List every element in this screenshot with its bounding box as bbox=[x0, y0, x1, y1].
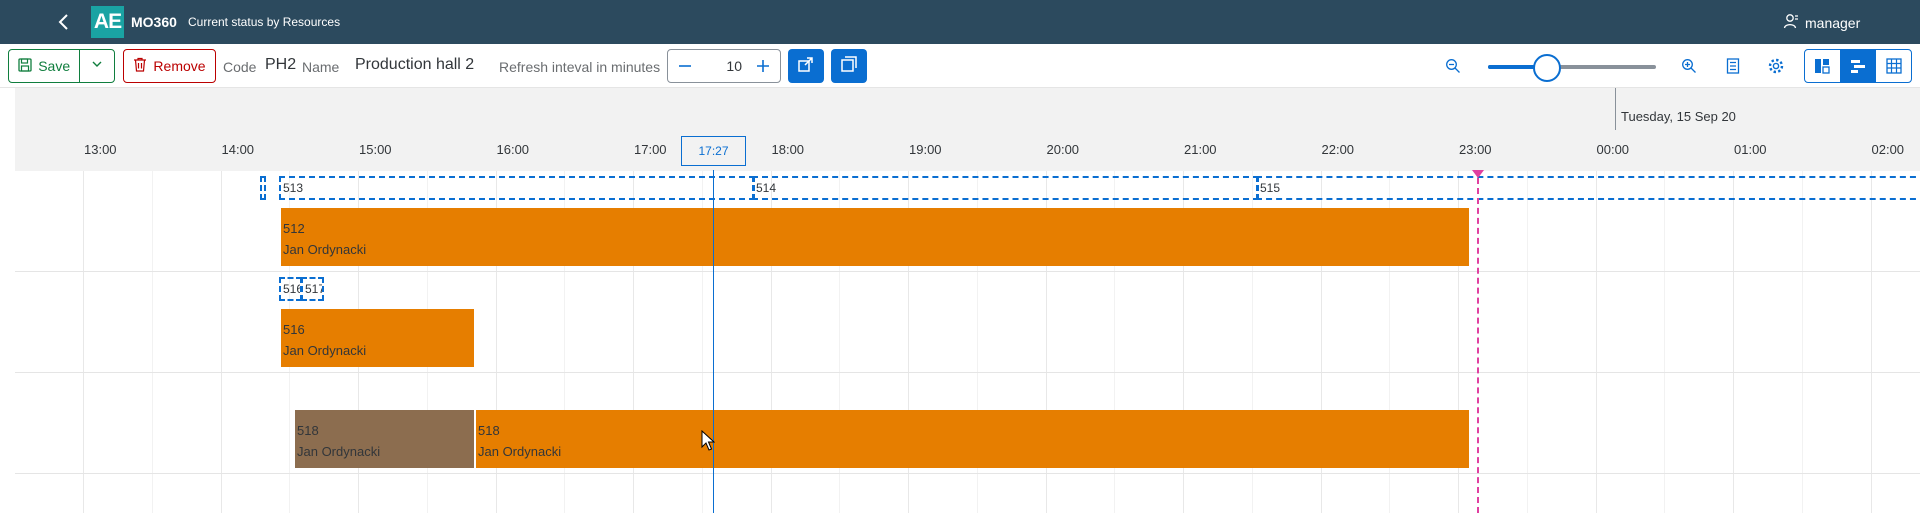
row-separator bbox=[15, 271, 1920, 272]
app-subtitle: Current status by Resources bbox=[188, 15, 341, 29]
task-bar[interactable]: 518 Jan Ordynacki bbox=[476, 410, 1469, 468]
row-separator bbox=[15, 372, 1920, 373]
marker-triangle bbox=[1472, 170, 1484, 178]
shell-bar: AE MO360 Current status by Resources man… bbox=[0, 0, 1920, 44]
task-bar[interactable]: 518 Jan Ordynacki bbox=[295, 410, 474, 468]
zoom-slider[interactable] bbox=[1488, 54, 1656, 82]
hour-gridline bbox=[1870, 171, 1872, 513]
time-label: 00:00 bbox=[1596, 142, 1630, 157]
app-name: MO360 bbox=[131, 14, 177, 30]
user-menu[interactable]: manager bbox=[1783, 13, 1860, 32]
time-label: 16:00 bbox=[496, 142, 530, 157]
remove-label: Remove bbox=[153, 58, 206, 74]
name-label: Name bbox=[302, 59, 340, 75]
time-label: 18:00 bbox=[771, 142, 805, 157]
decrement-button[interactable] bbox=[668, 50, 702, 82]
time-label: 20:00 bbox=[1046, 142, 1080, 157]
gantt-view-icon bbox=[1851, 60, 1865, 73]
view-gantt-button[interactable] bbox=[1840, 50, 1877, 82]
name-value: Production hall 2 bbox=[355, 56, 475, 73]
export-icon bbox=[797, 55, 815, 78]
view-mode-segmented bbox=[1804, 49, 1912, 83]
marker-line bbox=[1477, 178, 1479, 513]
task-id: 518 bbox=[297, 423, 319, 438]
hour-gridline bbox=[1733, 171, 1734, 513]
copy-button[interactable] bbox=[831, 49, 867, 83]
task-person: Jan Ordynacki bbox=[283, 343, 367, 358]
settings-icon[interactable] bbox=[1763, 53, 1789, 79]
save-menu-button[interactable] bbox=[79, 50, 114, 82]
time-label: 02:00 bbox=[1871, 142, 1905, 157]
placeholder-task[interactable]: 513 bbox=[279, 176, 755, 200]
current-time-label: 17:27 bbox=[681, 136, 746, 166]
time-label: 17:00 bbox=[634, 142, 667, 157]
time-label: 22:00 bbox=[1321, 142, 1355, 157]
time-label: 19:00 bbox=[909, 142, 942, 157]
time-label: 13:00 bbox=[84, 142, 117, 157]
plus-icon bbox=[757, 60, 769, 72]
increment-button[interactable] bbox=[746, 50, 780, 82]
toolbar: Save Remove Code PH2 Name Production hal… bbox=[0, 44, 1920, 88]
code-value: PH2 bbox=[265, 56, 297, 73]
save-label: Save bbox=[38, 58, 71, 74]
task-bar[interactable]: 512 Jan Ordynacki bbox=[281, 208, 1469, 266]
half-hour-gridline bbox=[1664, 171, 1666, 513]
refresh-interval-input[interactable]: 10 bbox=[702, 58, 746, 74]
code-label: Code bbox=[223, 59, 257, 75]
view-split-button[interactable] bbox=[1805, 50, 1841, 82]
half-hour-gridline bbox=[1526, 171, 1528, 513]
time-header bbox=[15, 88, 1920, 171]
time-label: 14:00 bbox=[221, 142, 255, 157]
date-label: Tuesday, 15 Sep 20 bbox=[1621, 109, 1736, 124]
placeholder-task[interactable]: 517 bbox=[301, 277, 324, 301]
task-person: Jan Ordynacki bbox=[297, 444, 381, 459]
task-id: 518 bbox=[478, 423, 500, 438]
task-bar[interactable]: 516 Jan Ordynacki bbox=[281, 309, 474, 367]
gantt-chart: Tuesday, 15 Sep 20 13:00 14:00 15:00 16:00 1… bbox=[15, 88, 1920, 513]
task-id: 516 bbox=[283, 322, 305, 337]
zoom-slider-handle[interactable] bbox=[1532, 54, 1561, 82]
refresh-label: Refresh inteval in minutes bbox=[499, 59, 661, 75]
hour-gridline bbox=[83, 171, 84, 513]
placeholder-task[interactable] bbox=[260, 176, 266, 200]
task-person: Jan Ordynacki bbox=[478, 444, 562, 459]
placeholder-task[interactable]: 514 bbox=[752, 176, 1259, 200]
view-table-button[interactable] bbox=[1876, 50, 1911, 82]
minus-icon bbox=[679, 65, 691, 67]
refresh-interval-stepper: 10 bbox=[667, 49, 781, 83]
split-view-icon bbox=[1815, 59, 1830, 74]
time-label: 15:00 bbox=[359, 142, 392, 157]
save-button-group: Save bbox=[8, 49, 115, 83]
legend-icon[interactable] bbox=[1720, 53, 1746, 79]
placeholder-task[interactable]: 515 bbox=[1256, 176, 1920, 200]
user-name: manager bbox=[1805, 14, 1861, 31]
save-button[interactable]: Save bbox=[9, 50, 79, 82]
half-hour-gridline bbox=[1801, 171, 1803, 513]
save-icon bbox=[18, 57, 32, 75]
hour-gridline bbox=[220, 171, 222, 513]
hour-gridline bbox=[1595, 171, 1597, 513]
zoom-out-icon[interactable] bbox=[1440, 53, 1466, 79]
table-view-icon bbox=[1886, 58, 1902, 74]
date-separator bbox=[1615, 88, 1616, 130]
user-icon bbox=[1783, 13, 1799, 32]
half-hour-gridline bbox=[151, 171, 153, 513]
move-button[interactable] bbox=[788, 49, 824, 83]
row-separator bbox=[15, 473, 1920, 474]
copy-icon bbox=[840, 55, 858, 78]
mouse-cursor-icon bbox=[701, 430, 715, 451]
task-id: 512 bbox=[283, 221, 305, 236]
back-icon[interactable] bbox=[52, 10, 76, 34]
remove-button[interactable]: Remove bbox=[123, 49, 216, 83]
placeholder-task[interactable]: 516 bbox=[279, 277, 302, 301]
zoom-in-icon[interactable] bbox=[1676, 53, 1702, 79]
app-logo[interactable]: AE bbox=[91, 6, 124, 38]
trash-icon bbox=[133, 57, 147, 75]
task-person: Jan Ordynacki bbox=[283, 242, 367, 257]
current-time-line bbox=[713, 170, 714, 513]
time-label: 23:00 bbox=[1459, 142, 1492, 157]
time-label: 21:00 bbox=[1184, 142, 1217, 157]
chevron-down-icon bbox=[91, 57, 103, 75]
time-label: 01:00 bbox=[1734, 142, 1767, 157]
